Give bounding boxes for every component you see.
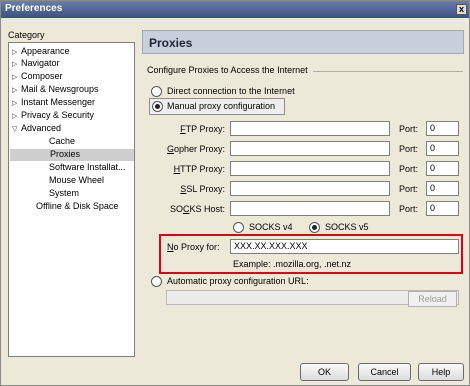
sidebar-item-privacy-security[interactable]: ▷ Privacy & Security xyxy=(12,110,94,120)
socks-v5-label[interactable]: SOCKS v5 xyxy=(325,222,369,232)
socks-v4-radio[interactable] xyxy=(233,222,244,233)
preferences-window: Preferences x Category ▷ Appearance ▷ Navi… xyxy=(0,0,470,386)
auto-proxy-radio[interactable] xyxy=(151,276,162,287)
ssl-port-label: Port: xyxy=(399,184,419,194)
window-title: Preferences xyxy=(5,3,63,14)
ssl-proxy-input[interactable] xyxy=(230,181,390,196)
chevron-down-icon[interactable]: ▽ xyxy=(12,125,21,133)
sidebar-item-composer[interactable]: ▷ Composer xyxy=(12,71,63,81)
http-port-label: Port: xyxy=(399,164,419,174)
no-proxy-example: Example: .mozilla.org, .net.nz xyxy=(233,259,352,269)
sidebar-item-instant-messenger[interactable]: ▷ Instant Messenger xyxy=(12,97,95,107)
ok-button[interactable]: OK xyxy=(300,363,349,381)
chevron-right-icon[interactable]: ▷ xyxy=(12,112,21,120)
sidebar-item-offline-disk-space[interactable]: Offline & Disk Space xyxy=(36,201,118,211)
ftp-proxy-label: FTP Proxy: xyxy=(180,124,225,134)
socks-port-input[interactable]: 0 xyxy=(426,201,459,216)
direct-connection-radio[interactable] xyxy=(151,86,162,97)
http-proxy-input[interactable] xyxy=(230,161,390,176)
chevron-right-icon[interactable]: ▷ xyxy=(12,48,21,56)
reload-button[interactable]: Reload xyxy=(408,291,457,307)
group-divider xyxy=(313,71,463,72)
http-proxy-label: HTTP Proxy: xyxy=(173,164,225,174)
chevron-right-icon[interactable]: ▷ xyxy=(12,60,21,68)
no-proxy-label: No Proxy for: xyxy=(167,242,220,252)
socks-port-label: Port: xyxy=(399,204,419,214)
sidebar-item-software-installation[interactable]: Software Installat... xyxy=(49,162,126,172)
chevron-right-icon[interactable]: ▷ xyxy=(12,86,21,94)
direct-connection-label[interactable]: Direct connection to the Internet xyxy=(167,86,295,96)
gopher-port-input[interactable]: 0 xyxy=(426,141,459,156)
close-button[interactable]: x xyxy=(456,4,467,15)
gopher-port-label: Port: xyxy=(399,144,419,154)
ftp-proxy-input[interactable] xyxy=(230,121,390,136)
sidebar-item-appearance[interactable]: ▷ Appearance xyxy=(12,46,70,56)
socks-v4-label[interactable]: SOCKS v4 xyxy=(249,222,293,232)
manual-proxy-radio[interactable] xyxy=(152,101,163,112)
category-label: Category xyxy=(8,30,45,40)
socks-host-input[interactable] xyxy=(230,201,390,216)
category-tree[interactable]: ▷ Appearance ▷ Navigator ▷ Composer ▷ Mail &… xyxy=(8,42,135,357)
socks-host-label: SOCKS Host: xyxy=(169,204,225,214)
sidebar-item-system[interactable]: System xyxy=(49,188,79,198)
help-button[interactable]: Help xyxy=(418,363,464,381)
manual-proxy-label[interactable]: Manual proxy configuration xyxy=(167,101,275,111)
sidebar-item-navigator[interactable]: ▷ Navigator xyxy=(12,58,60,68)
sidebar-item-mail-newsgroups[interactable]: ▷ Mail & Newsgroups xyxy=(12,84,99,94)
group-title: Configure Proxies to Access the Internet xyxy=(147,65,312,75)
sidebar-item-cache[interactable]: Cache xyxy=(49,136,75,146)
sidebar-item-proxies[interactable]: Proxies xyxy=(10,149,134,161)
chevron-right-icon[interactable]: ▷ xyxy=(12,73,21,81)
no-proxy-input[interactable]: XXX.XX.XXX.XXX xyxy=(230,239,459,254)
http-port-input[interactable]: 0 xyxy=(426,161,459,176)
title-bar: Preferences x xyxy=(1,1,469,18)
ftp-port-input[interactable]: 0 xyxy=(426,121,459,136)
ftp-port-label: Port: xyxy=(399,124,419,134)
ssl-proxy-label: SSL Proxy: xyxy=(180,184,225,194)
cancel-button[interactable]: Cancel xyxy=(358,363,411,381)
gopher-proxy-input[interactable] xyxy=(230,141,390,156)
page-title: Proxies xyxy=(142,30,464,54)
gopher-proxy-label: Gopher Proxy: xyxy=(166,144,225,154)
auto-proxy-label[interactable]: Automatic proxy configuration URL: xyxy=(167,276,309,286)
sidebar-item-mouse-wheel[interactable]: Mouse Wheel xyxy=(49,175,104,185)
socks-v5-radio[interactable] xyxy=(309,222,320,233)
ssl-port-input[interactable]: 0 xyxy=(426,181,459,196)
sidebar-item-advanced[interactable]: ▽ Advanced xyxy=(12,123,61,133)
chevron-right-icon[interactable]: ▷ xyxy=(12,99,21,107)
